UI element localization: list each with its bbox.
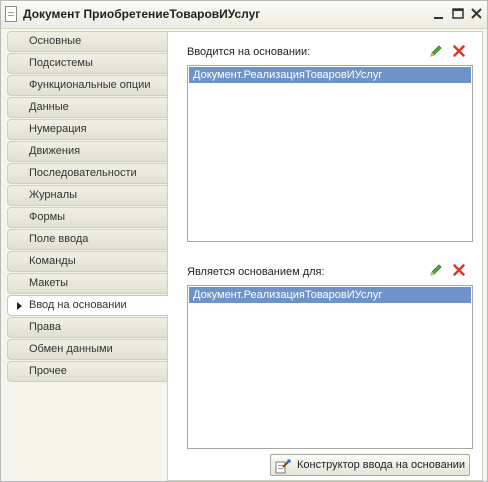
basis-for-label: Является основанием для: bbox=[187, 266, 325, 278]
tab-vvod-na-osnovanii[interactable]: Ввод на основании bbox=[7, 295, 168, 316]
constructor-wizard-icon bbox=[275, 459, 291, 474]
tab-obmen-dannymi[interactable]: Обмен данными bbox=[7, 339, 167, 360]
list-item[interactable]: Документ.РеализацияТоваровИУслуг bbox=[189, 287, 471, 303]
close-icon[interactable] bbox=[469, 6, 485, 22]
edit-icon[interactable] bbox=[429, 44, 443, 58]
constructor-button-label: Конструктор ввода на основании bbox=[297, 459, 466, 471]
tab-pole-vvoda[interactable]: Поле ввода bbox=[7, 229, 167, 250]
window: Документ ПриобретениеТоваровИУслуг Основ… bbox=[0, 0, 488, 482]
based-on-label: Вводится на основании: bbox=[187, 46, 311, 58]
tab-label: Основные bbox=[29, 35, 82, 47]
tab-label: Обмен данными bbox=[29, 343, 113, 355]
tab-dvizheniya[interactable]: Движения bbox=[7, 141, 167, 162]
tab-funktsionalnye-optsii[interactable]: Функциональные опции bbox=[7, 75, 167, 96]
tab-podsistemy[interactable]: Подсистемы bbox=[7, 53, 167, 74]
tab-dannye[interactable]: Данные bbox=[7, 97, 167, 118]
tab-prochee[interactable]: Прочее bbox=[7, 361, 167, 382]
tab-label: Команды bbox=[29, 255, 76, 267]
edit-icon[interactable] bbox=[429, 263, 443, 277]
delete-icon[interactable] bbox=[452, 44, 466, 58]
tab-label: Подсистемы bbox=[29, 57, 93, 69]
tab-label: Поле ввода bbox=[29, 233, 89, 245]
tab-list: Основные Подсистемы Функциональные опции… bbox=[7, 31, 168, 383]
tab-label: Ввод на основании bbox=[29, 299, 127, 311]
tab-label: Последовательности bbox=[29, 167, 137, 179]
tab-zhurnaly[interactable]: Журналы bbox=[7, 185, 167, 206]
tab-prava[interactable]: Права bbox=[7, 317, 167, 338]
tab-label: Данные bbox=[29, 101, 69, 113]
tab-label: Права bbox=[29, 321, 61, 333]
tab-label: Движения bbox=[29, 145, 81, 157]
title-bar[interactable]: Документ ПриобретениеТоваровИУслуг bbox=[1, 1, 487, 29]
tab-posledovatelnosti[interactable]: Последовательности bbox=[7, 163, 167, 184]
window-title: Документ ПриобретениеТоваровИУслуг bbox=[23, 7, 261, 21]
maximize-icon[interactable] bbox=[450, 6, 466, 22]
tab-label: Прочее bbox=[29, 365, 67, 377]
tab-label: Функциональные опции bbox=[29, 79, 151, 91]
document-icon bbox=[5, 6, 17, 22]
tab-label: Журналы bbox=[29, 189, 78, 201]
tab-formy[interactable]: Формы bbox=[7, 207, 167, 228]
tab-osnovnye[interactable]: Основные bbox=[7, 31, 167, 52]
delete-icon[interactable] bbox=[452, 263, 466, 277]
minimize-icon[interactable] bbox=[431, 6, 447, 22]
list-item[interactable]: Документ.РеализацияТоваровИУслуг bbox=[189, 67, 471, 83]
constructor-button[interactable]: Конструктор ввода на основании bbox=[270, 454, 470, 476]
tab-content-panel: Вводится на основании: Документ.Реализац… bbox=[167, 31, 483, 481]
tab-komandy[interactable]: Команды bbox=[7, 251, 167, 272]
tab-numeratsiya[interactable]: Нумерация bbox=[7, 119, 167, 140]
tab-label: Нумерация bbox=[29, 123, 87, 135]
tab-label: Формы bbox=[29, 211, 66, 223]
tab-makety[interactable]: Макеты bbox=[7, 273, 167, 294]
based-on-list[interactable]: Документ.РеализацияТоваровИУслуг bbox=[187, 65, 473, 242]
active-tab-arrow-icon bbox=[17, 302, 22, 310]
tab-label: Макеты bbox=[29, 277, 69, 289]
basis-for-list[interactable]: Документ.РеализацияТоваровИУслуг bbox=[187, 285, 473, 449]
